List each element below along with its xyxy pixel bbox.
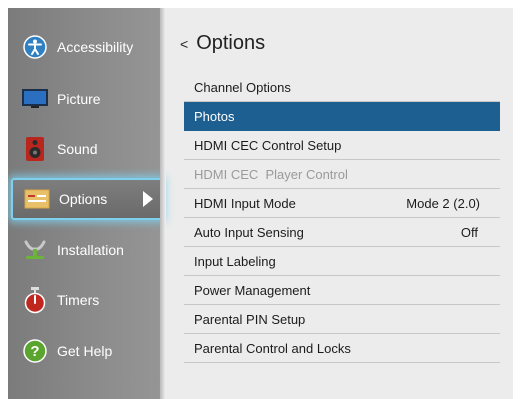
- back-icon[interactable]: <: [180, 36, 188, 52]
- svg-text:?: ?: [30, 343, 39, 360]
- timer-icon: [21, 286, 49, 314]
- sidebar-item-timers[interactable]: Timers: [8, 279, 160, 321]
- menu-item-label: Auto Input Sensing: [194, 224, 304, 240]
- help-icon: ?: [21, 337, 49, 365]
- menu-item-label: Parental Control and Locks: [194, 340, 351, 356]
- page-title: Options: [196, 32, 266, 54]
- sidebar-divider: [160, 8, 166, 399]
- menu-item-label: Parental PIN Setup: [194, 311, 306, 327]
- menu-item-power-management[interactable]: Power Management: [184, 276, 500, 305]
- sidebar-item-get-help[interactable]: ? Get Help: [8, 330, 160, 372]
- menu-item-auto-input-sensing[interactable]: Auto Input Sensing Off: [184, 218, 500, 247]
- menu-item-hdmi-input-mode[interactable]: HDMI Input Mode Mode 2 (2.0): [184, 189, 500, 218]
- menu-item-label: Photos: [194, 108, 235, 124]
- menu-item-value: Mode 2 (2.0): [406, 195, 480, 211]
- sidebar: Accessibility Picture Sound Options Inst…: [8, 8, 163, 399]
- sidebar-item-label: Options: [59, 191, 108, 207]
- menu-item-input-labeling[interactable]: Input Labeling: [184, 247, 500, 276]
- sidebar-item-label: Accessibility: [57, 39, 134, 55]
- menu-item-value: Off: [460, 224, 478, 240]
- menu-item-label: HDMI CEC Control Setup: [194, 137, 342, 153]
- menu-item-label: Power Management: [194, 282, 311, 298]
- antenna-icon: [21, 236, 49, 264]
- menu-item-hdmi-cec-player-control: HDMI CEC Player Control: [184, 160, 500, 189]
- accessibility-icon: [21, 33, 49, 61]
- chevron-right-icon: [143, 191, 153, 207]
- page-header: < Options: [180, 32, 265, 55]
- sidebar-item-label: Picture: [57, 91, 101, 107]
- picture-icon: [21, 85, 49, 113]
- sidebar-item-label: Sound: [57, 141, 98, 157]
- speaker-icon: [21, 135, 49, 163]
- sidebar-item-options[interactable]: Options: [11, 178, 163, 220]
- options-menu: Channel Options Photos HDMI CEC Control …: [184, 73, 500, 363]
- options-icon: [23, 185, 51, 213]
- menu-item-hdmi-cec-control-setup[interactable]: HDMI CEC Control Setup: [184, 131, 500, 160]
- sidebar-item-accessibility[interactable]: Accessibility: [8, 26, 160, 68]
- menu-item-parental-control-and-locks[interactable]: Parental Control and Locks: [184, 334, 500, 363]
- menu-item-label: Input Labeling: [194, 253, 276, 269]
- menu-item-label: HDMI Input Mode: [194, 195, 296, 211]
- menu-item-photos[interactable]: Photos: [184, 102, 500, 131]
- menu-item-parental-pin-setup[interactable]: Parental PIN Setup: [184, 305, 500, 334]
- sidebar-item-label: Timers: [57, 292, 100, 308]
- tv-menu-screen: Accessibility Picture Sound Options Inst…: [8, 8, 513, 399]
- sidebar-item-sound[interactable]: Sound: [8, 128, 160, 170]
- sidebar-item-label: Get Help: [57, 343, 113, 359]
- menu-item-channel-options[interactable]: Channel Options: [184, 73, 500, 102]
- menu-item-label: Channel Options: [194, 79, 291, 95]
- sidebar-item-installation[interactable]: Installation: [8, 229, 160, 271]
- sidebar-item-label: Installation: [57, 242, 124, 258]
- menu-item-label: HDMI CEC Player Control: [194, 166, 348, 182]
- sidebar-item-picture[interactable]: Picture: [8, 78, 160, 120]
